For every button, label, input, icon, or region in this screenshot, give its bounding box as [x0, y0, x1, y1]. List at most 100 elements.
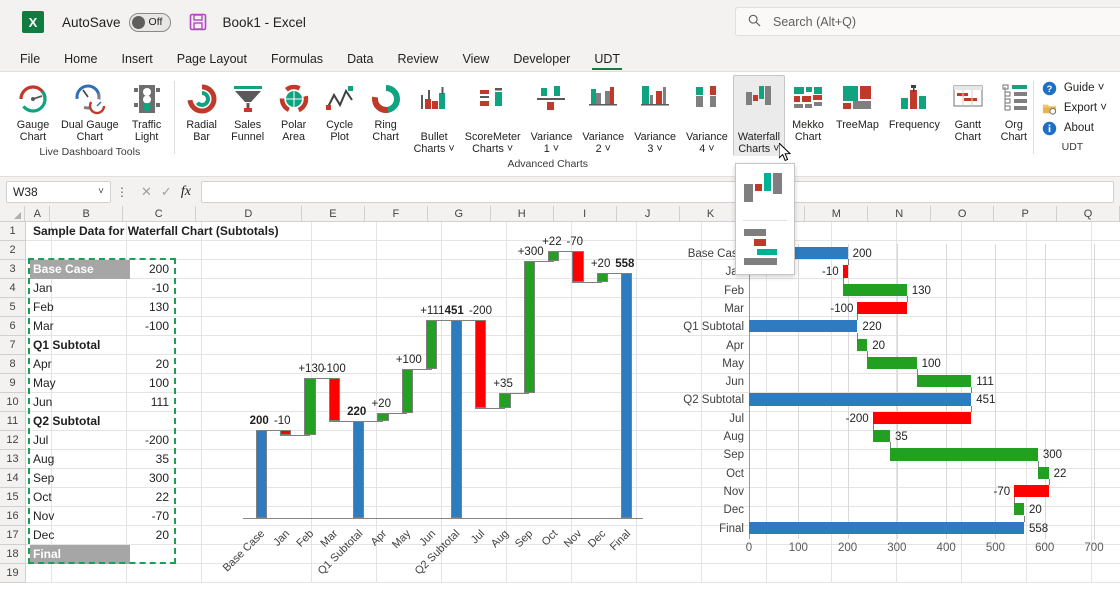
- cell-C14[interactable]: 300: [127, 469, 172, 488]
- chevron-down-icon[interactable]: ˅: [550, 143, 559, 155]
- cell-B14[interactable]: Sep: [30, 469, 57, 488]
- column-header-K[interactable]: K: [679, 206, 743, 221]
- tab-view[interactable]: View: [450, 49, 501, 71]
- column-header-H[interactable]: H: [490, 206, 554, 221]
- about-button[interactable]: About: [1038, 120, 1107, 136]
- cell-C3[interactable]: 200: [127, 260, 172, 279]
- variance-3-button[interactable]: Variance 3 ˅: [629, 75, 681, 156]
- horizontal-bar-2[interactable]: [842, 283, 907, 296]
- formula-input[interactable]: [200, 180, 1114, 203]
- org-chart-button[interactable]: Org Chart: [991, 75, 1037, 144]
- horizontal-bar-9[interactable]: [872, 411, 972, 424]
- horizontal-bar-10[interactable]: [872, 430, 890, 443]
- select-all-corner[interactable]: [0, 206, 26, 221]
- row-header-5[interactable]: 5: [0, 298, 25, 317]
- horizontal-bar-6[interactable]: [867, 356, 917, 370]
- cell-B9[interactable]: May: [30, 374, 59, 393]
- row-header-2[interactable]: 2: [0, 241, 25, 260]
- row-header-11[interactable]: 11: [0, 412, 25, 431]
- vertical-bar-12[interactable]: [548, 251, 560, 261]
- tab-udt[interactable]: UDT: [582, 49, 632, 71]
- horizontal-bar-8[interactable]: [749, 393, 972, 406]
- column-header-C[interactable]: C: [122, 206, 196, 221]
- vertical-bar-10[interactable]: [499, 392, 511, 408]
- polar-area-button[interactable]: Polar Area: [271, 75, 317, 144]
- row-header-1[interactable]: 1: [0, 222, 25, 241]
- row-header-12[interactable]: 12: [0, 431, 25, 450]
- vertical-bar-13[interactable]: [572, 251, 584, 282]
- cell-B17[interactable]: Dec: [30, 526, 57, 545]
- vertical-bar-9[interactable]: [474, 320, 487, 408]
- column-header-N[interactable]: N: [868, 206, 932, 221]
- save-icon[interactable]: [189, 13, 207, 31]
- cell-B5[interactable]: Feb: [30, 298, 57, 317]
- row-header-16[interactable]: 16: [0, 507, 25, 526]
- tab-file[interactable]: File: [8, 49, 52, 71]
- column-header-A[interactable]: A: [25, 206, 51, 221]
- chevron-down-icon[interactable]: ˅: [705, 143, 714, 155]
- vertical-bar-8[interactable]: [450, 320, 462, 518]
- cell-C9[interactable]: 100: [127, 374, 172, 393]
- variance-2-button[interactable]: Variance 2 ˅: [577, 75, 629, 156]
- tab-home[interactable]: Home: [52, 49, 109, 71]
- cell-C5[interactable]: 130: [127, 298, 172, 317]
- horizontal-bar-1[interactable]: [842, 265, 848, 278]
- cell-C10[interactable]: 111: [127, 393, 172, 412]
- cell-B11[interactable]: Q2 Subtotal: [30, 412, 103, 431]
- gauge-chart-button[interactable]: Gauge Chart: [10, 75, 56, 144]
- row-header-4[interactable]: 4: [0, 279, 25, 298]
- tab-page-layout[interactable]: Page Layout: [165, 49, 259, 71]
- formula-bar-options-icon[interactable]: ⋮: [115, 185, 129, 199]
- column-header-Q[interactable]: Q: [1057, 206, 1120, 221]
- vertical-bar-2[interactable]: [304, 377, 316, 435]
- horizontal-bar-5[interactable]: [857, 338, 868, 351]
- row-header-19[interactable]: 19: [0, 564, 25, 583]
- row-header-6[interactable]: 6: [0, 317, 25, 336]
- cell-B18[interactable]: Final: [30, 545, 130, 564]
- ring-chart-button[interactable]: Ring Chart: [363, 75, 409, 144]
- row-header-13[interactable]: 13: [0, 450, 25, 469]
- cycle-plot-button[interactable]: Cycle Plot: [317, 75, 363, 144]
- row-header-10[interactable]: 10: [0, 393, 25, 412]
- horizontal-bar-4[interactable]: [749, 320, 858, 333]
- vertical-bar-14[interactable]: [596, 273, 609, 282]
- horizontal-bar-12[interactable]: [1037, 466, 1049, 479]
- cell-B4[interactable]: Jan: [30, 279, 55, 298]
- column-header-E[interactable]: E: [302, 206, 365, 221]
- cell-C15[interactable]: 22: [127, 488, 172, 507]
- horizontal-bar-15[interactable]: [749, 521, 1024, 534]
- vertical-bar-3[interactable]: [328, 377, 340, 422]
- cell-B13[interactable]: Aug: [30, 450, 57, 469]
- horizontal-waterfall-thumbnail[interactable]: [741, 225, 789, 271]
- cell-B16[interactable]: Nov: [30, 507, 57, 526]
- row-header-14[interactable]: 14: [0, 469, 25, 488]
- row-header-17[interactable]: 17: [0, 526, 25, 545]
- row-header-3[interactable]: 3: [0, 260, 25, 279]
- chevron-down-icon[interactable]: ˅: [1097, 102, 1107, 114]
- horizontal-bar-14[interactable]: [1014, 503, 1024, 516]
- waterfall-chart-vertical[interactable]: 200 Base Case -10 Jan +130 Feb -100 Mar 220 Q1 Su…: [221, 236, 651, 588]
- horizontal-bar-3[interactable]: [857, 301, 907, 315]
- row-header-7[interactable]: 7: [0, 336, 25, 355]
- column-header-M[interactable]: M: [805, 206, 869, 221]
- gantt-chart-button[interactable]: Gantt Chart: [945, 75, 991, 144]
- column-header-D[interactable]: D: [195, 206, 303, 221]
- frequency-button[interactable]: Frequency: [884, 75, 945, 132]
- chevron-down-icon[interactable]: ˅: [98, 186, 104, 197]
- cell-B6[interactable]: Mar: [30, 317, 57, 336]
- traffic-light-button[interactable]: Traffic Light: [124, 75, 170, 144]
- chevron-down-icon[interactable]: ˅: [504, 143, 513, 155]
- tab-data[interactable]: Data: [335, 49, 385, 71]
- cell-C8[interactable]: 20: [127, 355, 172, 374]
- horizontal-bar-7[interactable]: [916, 375, 972, 388]
- cell-B15[interactable]: Oct: [30, 488, 55, 507]
- tab-insert[interactable]: Insert: [110, 49, 165, 71]
- tab-developer[interactable]: Developer: [501, 49, 582, 71]
- cell-B7[interactable]: Q1 Subtotal: [30, 336, 103, 355]
- tab-formulas[interactable]: Formulas: [259, 49, 335, 71]
- fx-icon[interactable]: fx: [181, 184, 191, 200]
- horizontal-bar-13[interactable]: [1014, 484, 1049, 498]
- vertical-bar-5[interactable]: [377, 412, 389, 422]
- cell-C6[interactable]: -100: [127, 317, 172, 336]
- column-header-P[interactable]: P: [994, 206, 1058, 221]
